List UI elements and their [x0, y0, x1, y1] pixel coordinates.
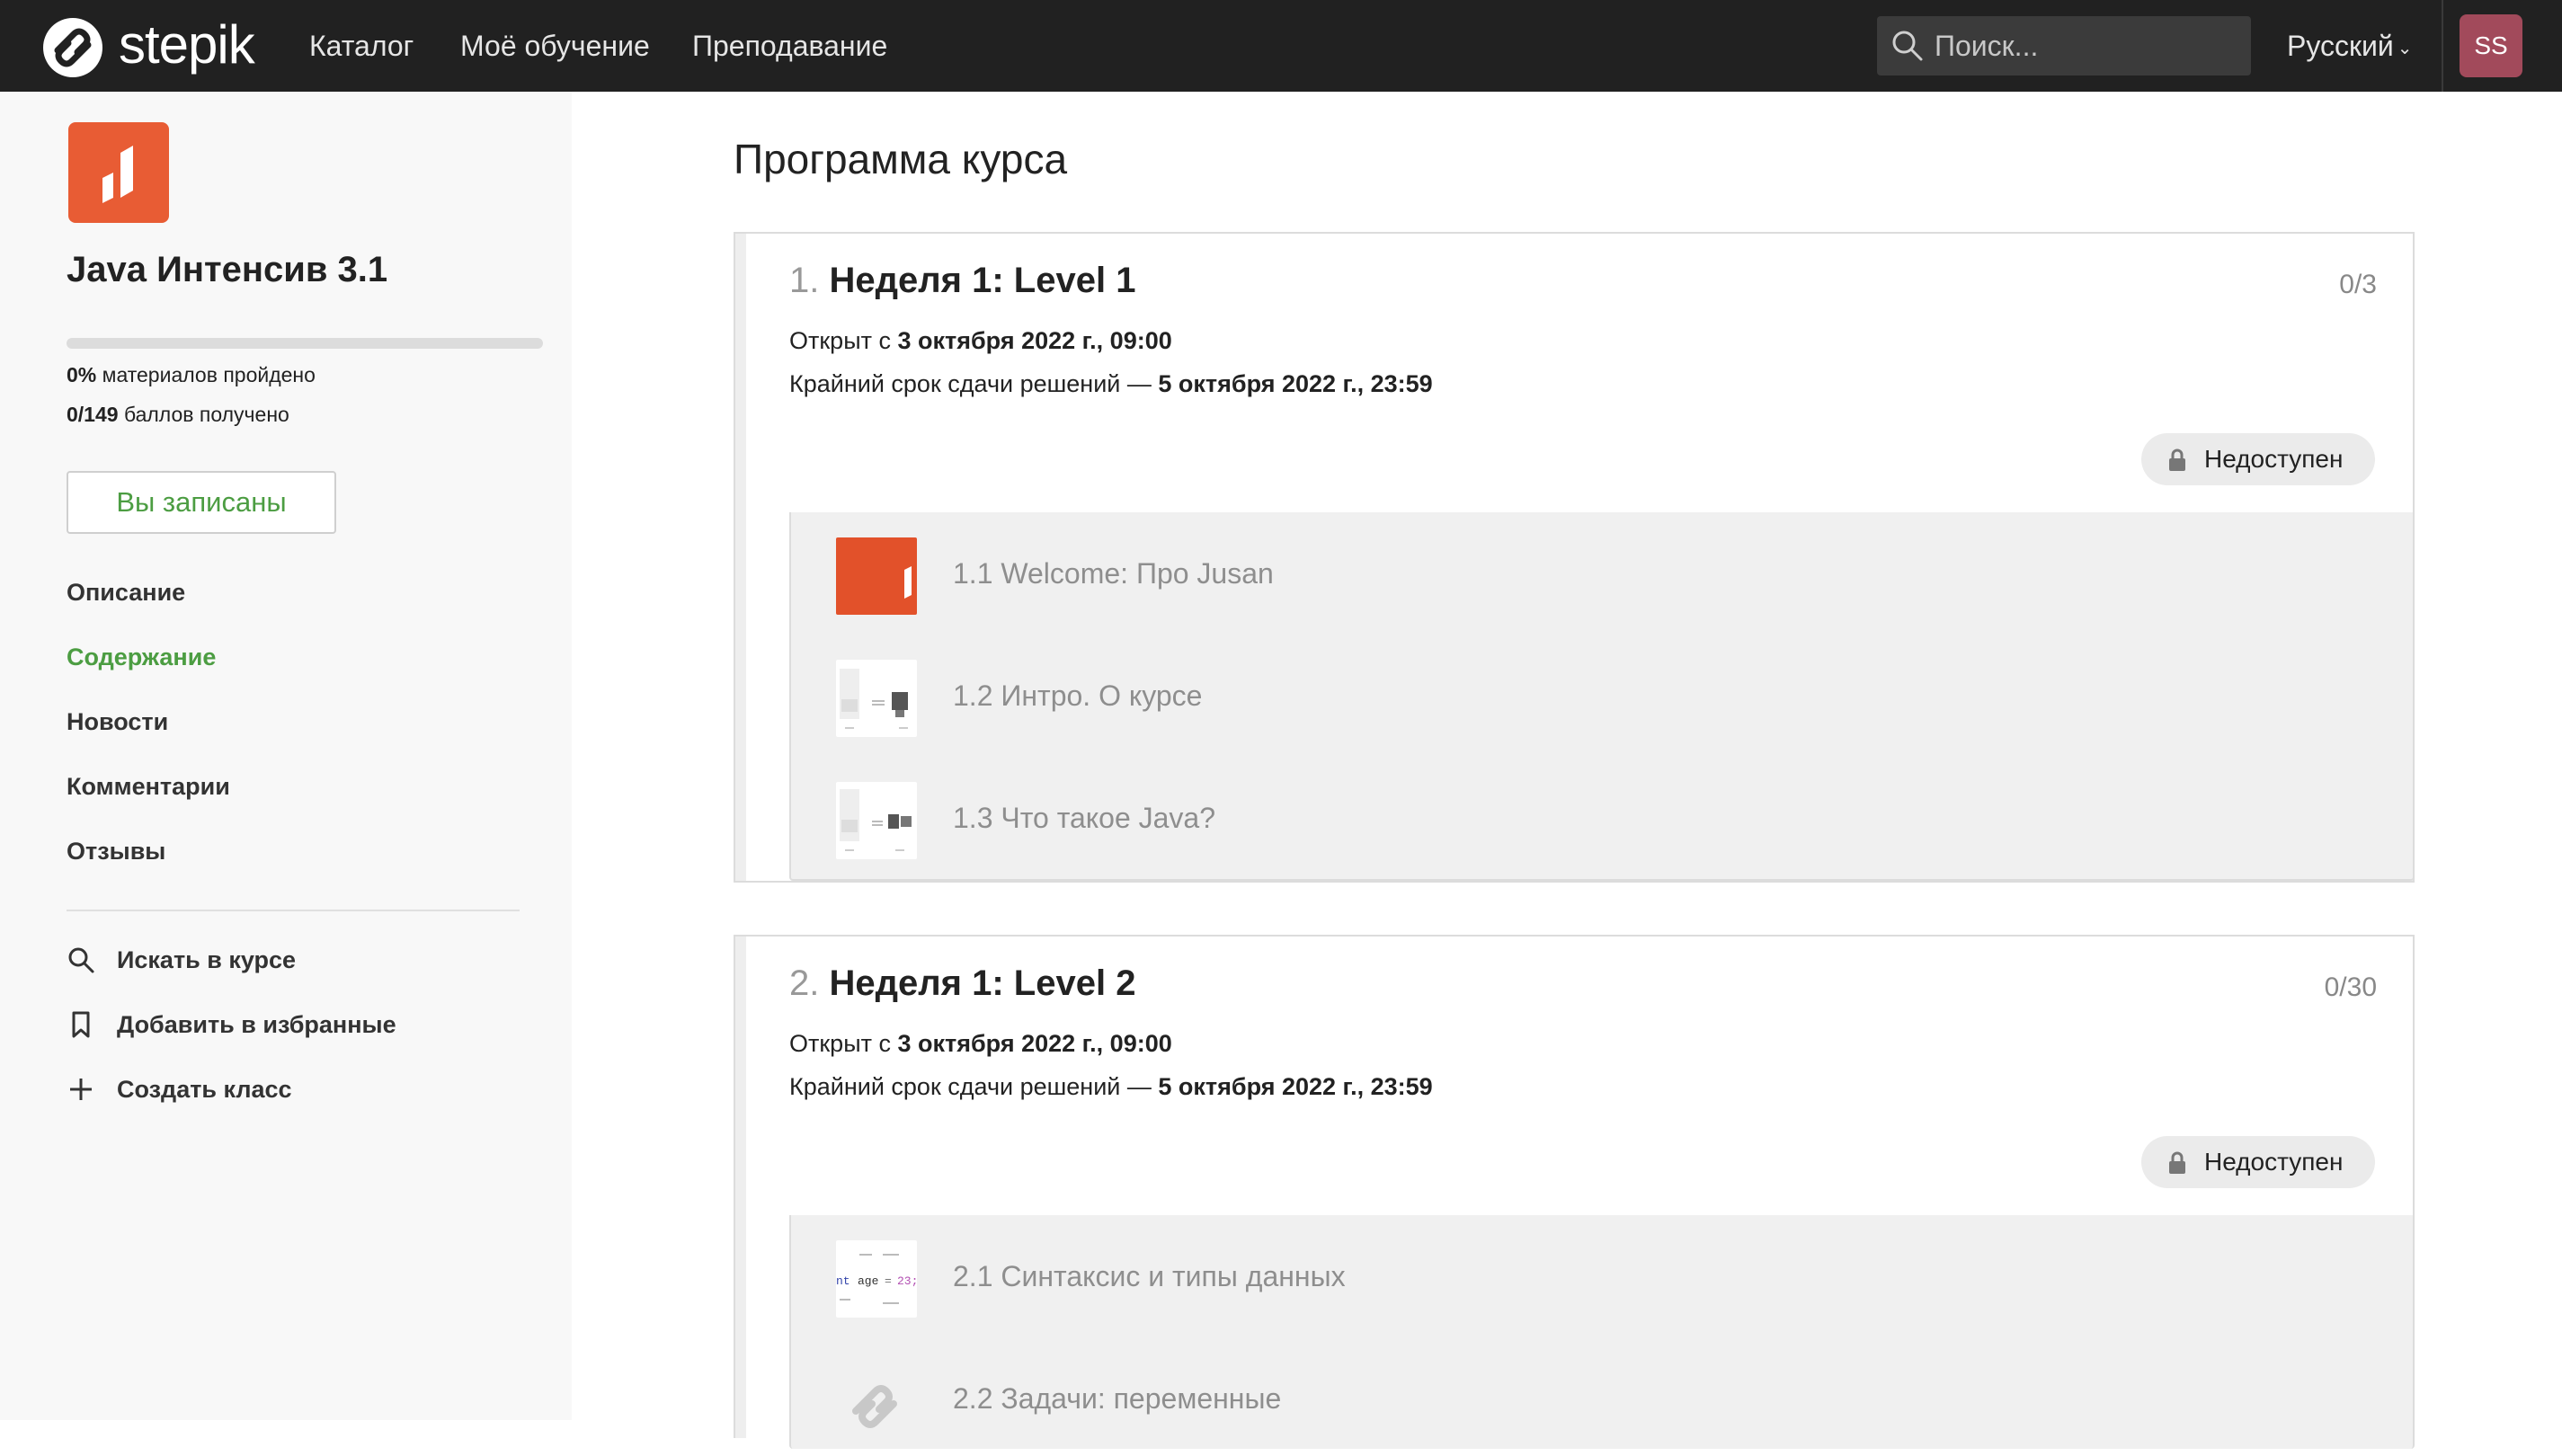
- lesson-thumbnail: [836, 537, 917, 615]
- open-prefix: Открыт с: [789, 1030, 891, 1057]
- open-prefix: Открыт с: [789, 327, 891, 354]
- unavailable-badge: Недоступен: [2141, 1136, 2375, 1188]
- materials-text: материалов пройдено: [102, 363, 316, 386]
- section-deadline: Крайний срок сдачи решений — 5 октября 2…: [789, 1073, 1433, 1101]
- lesson-title: 2.1 Синтаксис и типы данных: [953, 1260, 1346, 1292]
- course-logo[interactable]: [68, 122, 169, 223]
- lock-icon: [2169, 1151, 2185, 1174]
- section-title-text: Неделя 1: Level 1: [829, 261, 1136, 300]
- lesson-thumbnail: nt age = 23;: [836, 1240, 917, 1318]
- deadline-value: 5 октября 2022 г., 23:59: [1158, 1073, 1433, 1100]
- lesson-list: nt age = 23; 2.1 Синтаксис и типы данных…: [789, 1215, 2415, 1449]
- lesson-title: 1.2 Интро. О курсе: [953, 679, 1203, 712]
- unavailable-label: Недоступен: [2204, 1148, 2344, 1176]
- section-title-text: Неделя 1: Level 2: [829, 963, 1136, 1003]
- deadline-prefix: Крайний срок сдачи решений —: [789, 1073, 1152, 1100]
- lesson-item[interactable]: 1.1 Welcome: Про Jusan: [791, 523, 2413, 631]
- sidebar-divider: [67, 910, 520, 911]
- nav-catalog[interactable]: Каталог: [309, 0, 414, 92]
- stepik-logo-icon: [852, 1385, 897, 1428]
- plus-icon: [70, 1079, 92, 1100]
- course-section: 2. Неделя 1: Level 2 0/30 Открыт с 3 окт…: [734, 935, 2415, 1449]
- section-number: 2.: [789, 963, 820, 1003]
- course-logo-icon: [102, 146, 133, 203]
- points-text: баллов получено: [123, 403, 289, 426]
- lock-icon: [2169, 448, 2185, 471]
- unavailable-label: Недоступен: [2204, 445, 2344, 473]
- sidebar-link-reviews[interactable]: Отзывы: [67, 838, 165, 866]
- sidebar-link-contents[interactable]: Содержание: [67, 644, 216, 671]
- page-title: Программа курса: [734, 136, 1068, 182]
- section-deadline: Крайний срок сдачи решений — 5 октября 2…: [789, 370, 1433, 398]
- materials-pct: 0%: [67, 363, 97, 386]
- course-logo-icon: [904, 566, 912, 599]
- section-score: 0/3: [2339, 270, 2377, 299]
- points-progress: 0/149 баллов получено: [67, 403, 289, 427]
- lesson-item[interactable]: 1.3 Что такое Java?: [791, 768, 2413, 875]
- lesson-item[interactable]: 2.2 Задачи: переменные: [791, 1348, 2413, 1456]
- search-input[interactable]: [1935, 16, 2240, 75]
- points-value: 0/149: [67, 403, 119, 426]
- code-word: 23;: [897, 1274, 917, 1288]
- section-stripe: [735, 234, 746, 881]
- create-class-label: Создать класс: [117, 1076, 292, 1103]
- enrolled-button[interactable]: Вы записаны: [67, 471, 336, 534]
- add-to-favorites-label: Добавить в избранные: [117, 1011, 396, 1038]
- unavailable-badge: Недоступен: [2141, 433, 2375, 485]
- lesson-item[interactable]: 1.2 Интро. О курсе: [791, 645, 2413, 753]
- navbar-divider: [2442, 0, 2443, 92]
- code-slide-thumbnail-icon: nt age = 23;: [836, 1254, 917, 1304]
- search-in-course-label: Искать в курсе: [117, 946, 297, 973]
- brand-wordmark[interactable]: stepik: [119, 13, 255, 77]
- open-date-value: 3 октября 2022 г., 09:00: [897, 327, 1172, 354]
- language-selector[interactable]: Русский ⌄: [2287, 0, 2413, 92]
- slide-thumbnail-icon: [840, 669, 908, 729]
- sidebar-link-news[interactable]: Новости: [67, 708, 168, 736]
- code-word: age: [858, 1274, 878, 1288]
- course-progress-bar: [67, 338, 543, 349]
- slide-thumbnail-icon: [840, 789, 912, 851]
- section-title[interactable]: 1. Неделя 1: Level 1: [789, 261, 1135, 301]
- stepik-logo-icon[interactable]: [41, 16, 104, 79]
- deadline-value: 5 октября 2022 г., 23:59: [1158, 370, 1433, 397]
- code-word: nt: [836, 1274, 850, 1288]
- lesson-thumbnail: [836, 782, 917, 859]
- section-title[interactable]: 2. Неделя 1: Level 2: [789, 963, 1135, 1004]
- search-icon: [68, 947, 94, 973]
- materials-progress: 0% материалов пройдено: [67, 363, 316, 387]
- code-word: =: [885, 1274, 892, 1288]
- search-box[interactable]: [1877, 16, 2251, 75]
- section-score: 0/30: [2324, 972, 2377, 1002]
- course-title[interactable]: Java Интенсив 3.1: [67, 250, 387, 290]
- lesson-title: 2.2 Задачи: переменные: [953, 1382, 1282, 1415]
- open-date-value: 3 октября 2022 г., 09:00: [897, 1030, 1172, 1057]
- lesson-item[interactable]: nt age = 23; 2.1 Синтаксис и типы данных: [791, 1226, 2413, 1334]
- lesson-thumbnail: [836, 1363, 917, 1440]
- language-label: Русский: [2287, 30, 2394, 62]
- chevron-down-icon: ⌄: [2397, 39, 2413, 58]
- section-stripe: [735, 937, 746, 1438]
- section-number: 1.: [789, 261, 820, 300]
- top-navbar: stepik Каталог Моё обучение Преподавание…: [0, 0, 2562, 92]
- sidebar-link-comments[interactable]: Комментарии: [67, 773, 230, 801]
- lesson-list: 1.1 Welcome: Про Jusan 1.2 Интро. О курс…: [789, 512, 2415, 881]
- user-avatar[interactable]: SS: [2460, 14, 2522, 77]
- lesson-title: 1.3 Что такое Java?: [953, 802, 1216, 834]
- nav-teaching[interactable]: Преподавание: [692, 0, 887, 92]
- lesson-thumbnail: [836, 660, 917, 737]
- lesson-title: 1.1 Welcome: Про Jusan: [953, 557, 1274, 590]
- sidebar-link-description[interactable]: Описание: [67, 579, 185, 607]
- search-icon: [1892, 31, 1923, 61]
- deadline-prefix: Крайний срок сдачи решений —: [789, 370, 1152, 397]
- nav-my-learning[interactable]: Моё обучение: [460, 0, 650, 92]
- section-open-date: Открыт с 3 октября 2022 г., 09:00: [789, 327, 1172, 355]
- course-sidebar: [0, 92, 572, 1420]
- bookmark-icon: [72, 1011, 90, 1038]
- course-section: 1. Неделя 1: Level 1 0/3 Открыт с 3 октя…: [734, 232, 2415, 883]
- section-open-date: Открыт с 3 октября 2022 г., 09:00: [789, 1030, 1172, 1058]
